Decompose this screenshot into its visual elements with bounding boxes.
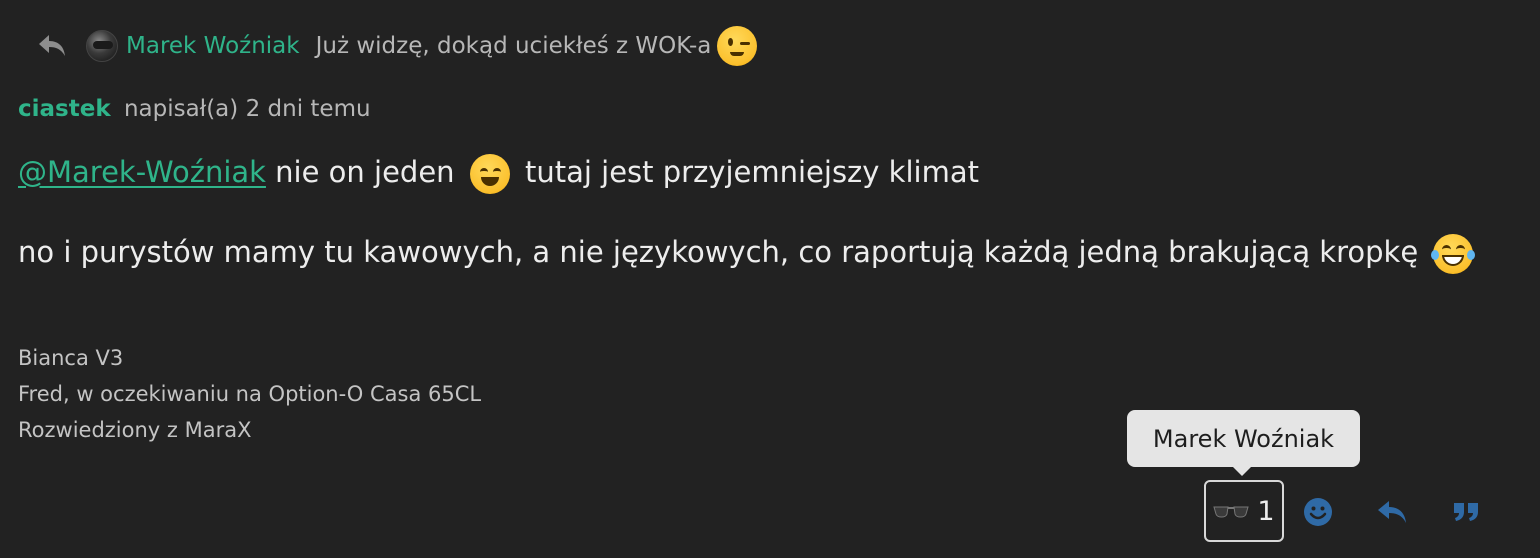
grinning-face-with-tears-icon bbox=[1431, 234, 1476, 274]
quote-icon[interactable] bbox=[1448, 494, 1484, 530]
reaction-count: 1 bbox=[1257, 495, 1275, 527]
post-text: nie on jeden bbox=[275, 155, 455, 189]
post-text: tutaj jest przyjemniejszy klimat bbox=[524, 155, 979, 189]
winking-face-icon bbox=[717, 26, 758, 66]
user-mention-link[interactable]: @Marek-Woźniak bbox=[18, 155, 266, 189]
avatar[interactable] bbox=[86, 30, 118, 62]
emoji-react-icon[interactable] bbox=[1300, 494, 1336, 530]
post-paragraph: @Marek-Woźniak nie on jeden tutaj jest p… bbox=[18, 150, 1479, 194]
post-timestamp[interactable]: 2 dni temu bbox=[246, 96, 371, 122]
signature-line: Fred, w oczekiwaniu na Option-O Casa 65C… bbox=[18, 382, 482, 406]
reply-context[interactable]: Marek Woźniak Już widzę, dokąd uciekłeś … bbox=[36, 26, 763, 66]
post-content: @Marek-Woźniak nie on jeden tutaj jest p… bbox=[18, 150, 1479, 274]
signature-line: Bianca V3 bbox=[18, 346, 124, 370]
post-meta: ciastek napisał(a) 2 dni temu bbox=[18, 96, 371, 122]
sunglasses-icon bbox=[1213, 496, 1250, 527]
post-action-text: napisał(a) bbox=[123, 96, 239, 122]
reply-icon[interactable] bbox=[1374, 494, 1410, 530]
signature-line: Rozwiedziony z MaraX bbox=[18, 418, 252, 442]
reply-excerpt: Już widzę, dokąd uciekłeś z WOK-a bbox=[315, 33, 712, 59]
reaction-tooltip: Marek Woźniak bbox=[1127, 410, 1360, 476]
reply-author-link[interactable]: Marek Woźniak bbox=[126, 33, 300, 59]
post-author-link[interactable]: ciastek bbox=[18, 96, 111, 122]
reply-icon bbox=[36, 30, 68, 62]
post-paragraph: no i purystów mamy tu kawowych, a nie ję… bbox=[18, 230, 1479, 274]
post-actions bbox=[1300, 490, 1484, 534]
user-signature: Bianca V3 Fred, w oczekiwaniu na Option-… bbox=[18, 340, 481, 448]
smiling-face-icon bbox=[469, 154, 510, 194]
reaction-button[interactable]: 1 bbox=[1204, 480, 1284, 542]
post-text: no i purystów mamy tu kawowych, a nie ję… bbox=[18, 235, 1419, 269]
